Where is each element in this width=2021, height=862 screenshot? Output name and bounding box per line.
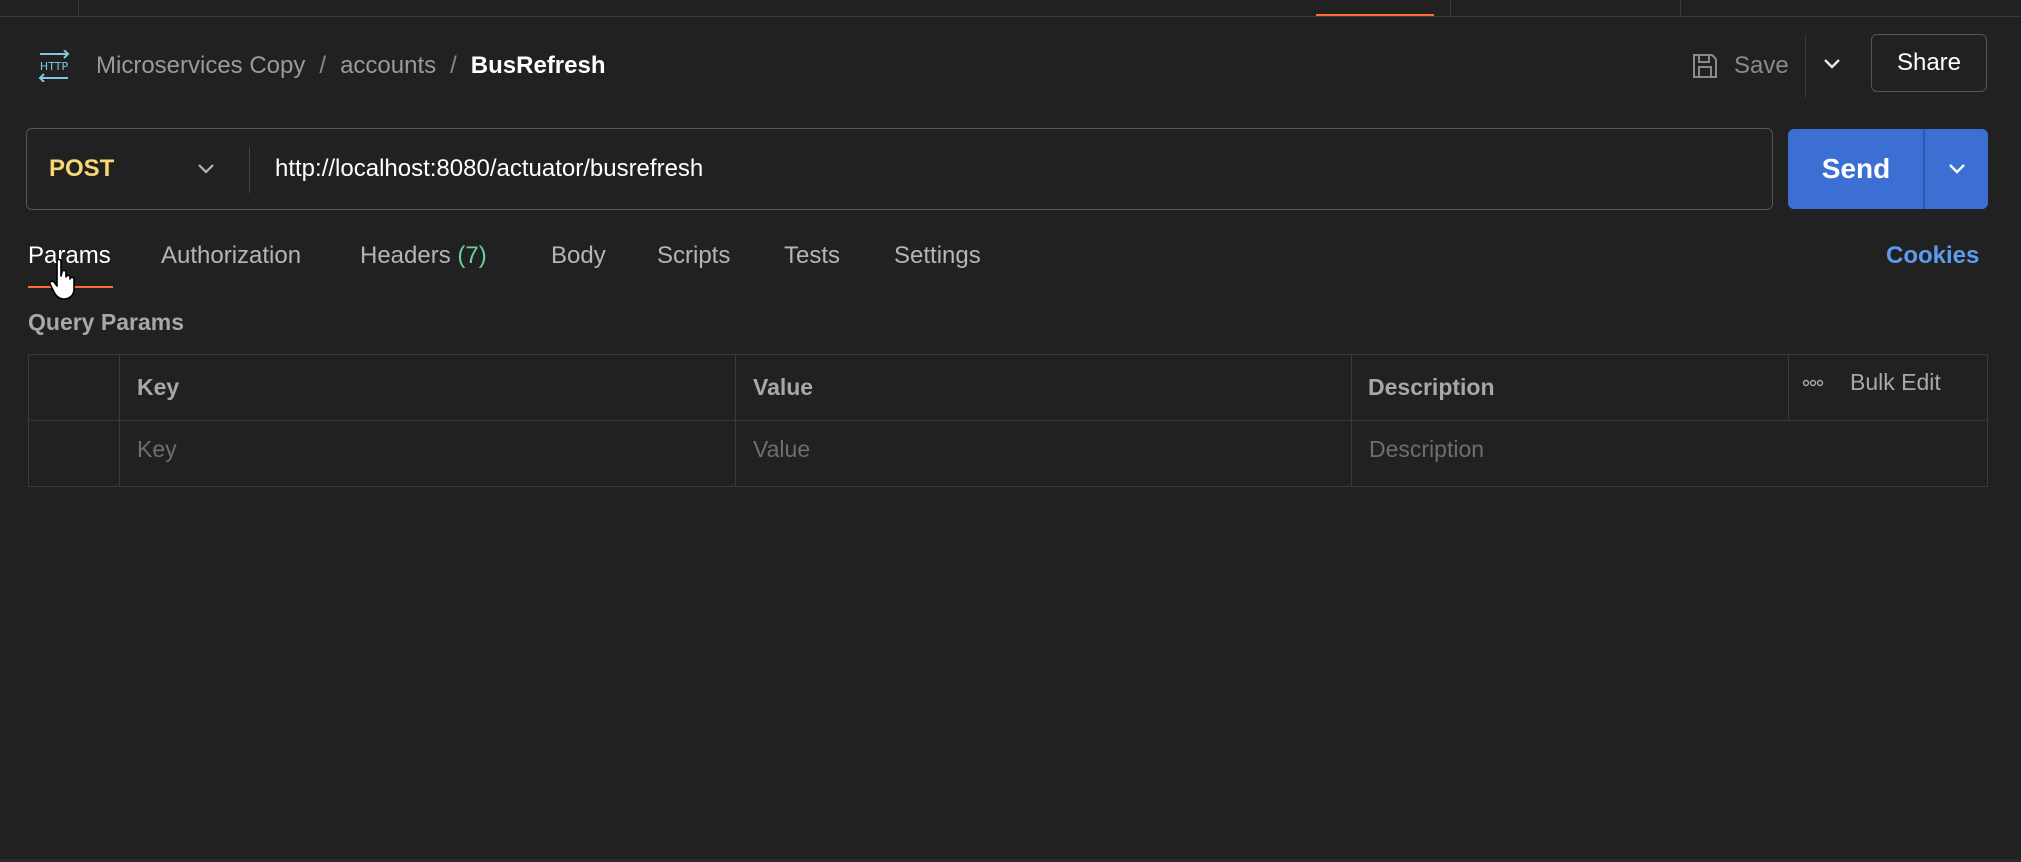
- breadcrumb: Microservices Copy / accounts / BusRefresh: [96, 50, 606, 82]
- column-header-description: Description: [1368, 374, 1495, 400]
- tab-separator: [1450, 0, 1451, 16]
- tab-label: Scripts: [657, 242, 731, 269]
- tab-label: Authorization: [161, 242, 302, 269]
- tab-authorization[interactable]: Authorization: [161, 240, 301, 272]
- cookies-link[interactable]: Cookies: [1886, 240, 1979, 272]
- tab-label: Tests: [784, 242, 841, 269]
- column-divider: [735, 355, 736, 486]
- chevron-down-icon[interactable]: [192, 155, 220, 183]
- tab-headers[interactable]: Headers (7): [360, 240, 487, 272]
- share-button[interactable]: Share: [1871, 34, 1987, 92]
- headers-count: (7): [457, 242, 487, 269]
- bulk-edit-area: Bulk Edit: [1802, 369, 1941, 396]
- tab-label: Settings: [894, 242, 981, 269]
- tab-settings[interactable]: Settings: [894, 240, 981, 272]
- send-button[interactable]: Send: [1788, 129, 1924, 209]
- tab-label: Body: [551, 242, 606, 269]
- table-row-divider: [29, 420, 1987, 421]
- method-select[interactable]: POST: [49, 129, 114, 209]
- tab-tests[interactable]: Tests: [784, 240, 840, 272]
- query-params-table: Key Value Description Bulk Edit Key Valu…: [28, 354, 1988, 487]
- bulk-edit-button[interactable]: Bulk Edit: [1850, 369, 1941, 396]
- save-button[interactable]: Save: [1690, 46, 1789, 86]
- save-label: Save: [1734, 52, 1789, 79]
- divider: [249, 147, 250, 193]
- divider: [1805, 34, 1806, 98]
- column-divider: [1788, 355, 1789, 421]
- breadcrumb-separator: /: [319, 52, 327, 79]
- more-options-icon[interactable]: [1802, 379, 1824, 387]
- description-input[interactable]: Description: [1369, 433, 1484, 465]
- url-bar: POST http://localhost:8080/actuator/busr…: [26, 128, 1773, 210]
- breadcrumb-separator: /: [450, 52, 457, 79]
- top-tab-strip: [0, 0, 2021, 17]
- breadcrumb-folder[interactable]: accounts: [340, 52, 436, 79]
- tab-scripts[interactable]: Scripts: [657, 240, 730, 272]
- tab-body[interactable]: Body: [551, 240, 606, 272]
- breadcrumb-request-name[interactable]: BusRefresh: [471, 52, 606, 79]
- url-input[interactable]: http://localhost:8080/actuator/busrefres…: [275, 129, 703, 209]
- column-header-value: Value: [753, 374, 814, 400]
- active-tab-indicator: [1316, 14, 1434, 16]
- column-divider: [119, 355, 120, 486]
- tab-separator: [78, 0, 79, 16]
- http-icon: HTTP: [38, 50, 70, 82]
- tab-label: Headers: [360, 242, 451, 269]
- send-options-button[interactable]: [1925, 129, 1988, 209]
- column-header-key: Key: [137, 374, 180, 400]
- column-divider: [1351, 355, 1352, 486]
- section-title: Query Params: [28, 309, 184, 335]
- key-input[interactable]: Key: [137, 433, 177, 465]
- svg-text:HTTP: HTTP: [40, 60, 69, 73]
- value-input[interactable]: Value: [753, 433, 810, 465]
- tab-separator: [1680, 0, 1681, 16]
- hand-cursor-icon: [49, 258, 75, 300]
- chevron-down-icon: [1948, 164, 1965, 174]
- divider: [1923, 129, 1925, 209]
- breadcrumb-collection[interactable]: Microservices Copy: [96, 52, 305, 79]
- chevron-down-icon[interactable]: [1818, 50, 1846, 78]
- save-icon: [1693, 54, 1717, 78]
- request-header: HTTP Microservices Copy / accounts / BusRefr…: [0, 30, 2021, 100]
